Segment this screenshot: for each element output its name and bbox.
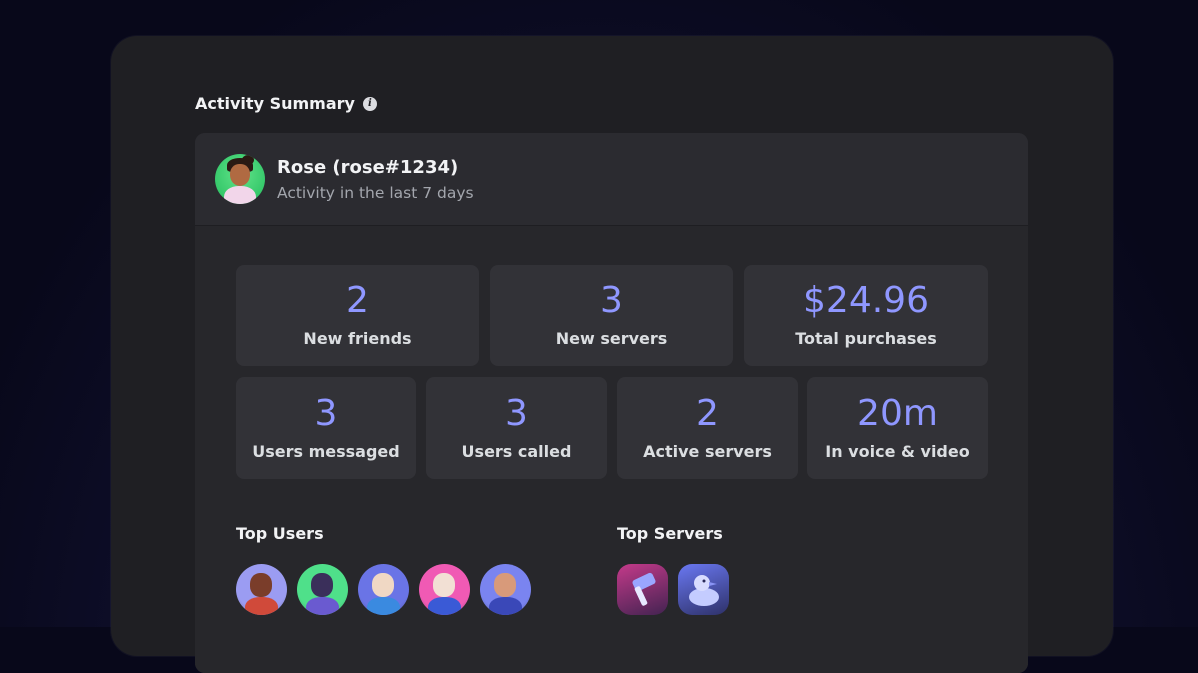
top-user-5-avatar[interactable]	[480, 564, 531, 615]
stat-total-purchases: $24.96 Total purchases	[744, 265, 988, 366]
stat-label: New friends	[303, 329, 412, 348]
stat-value: 2	[346, 280, 369, 321]
stat-label: Active servers	[643, 441, 772, 461]
info-icon[interactable]: i	[362, 96, 377, 111]
user-info: Rose (rose#1234) Activity in the last 7 …	[277, 157, 474, 202]
stat-new-servers: 3 New servers	[490, 265, 733, 366]
top-server-hammer-icon[interactable]	[617, 564, 668, 615]
stat-users-messaged: 3 Users messaged	[236, 377, 416, 479]
stat-value: 2	[696, 392, 719, 434]
top-users-list	[236, 564, 531, 615]
stat-value: 3	[505, 392, 528, 434]
stat-voice-video: 20m In voice & video	[807, 377, 988, 479]
top-server-duck-icon[interactable]	[678, 564, 729, 615]
user-header: Rose (rose#1234) Activity in the last 7 …	[195, 133, 1028, 226]
top-users-title: Top Users	[236, 524, 324, 543]
stat-users-called: 3 Users called	[426, 377, 607, 479]
stat-label: Users called	[461, 441, 572, 461]
top-servers-list	[617, 564, 729, 615]
stat-active-servers: 2 Active servers	[617, 377, 798, 479]
user-name: Rose (rose#1234)	[277, 156, 459, 178]
stat-value: $24.96	[803, 280, 929, 321]
stat-value: 3	[314, 392, 338, 434]
stat-label: In voice & video	[825, 441, 970, 461]
top-user-3-avatar[interactable]	[358, 564, 409, 615]
stat-value: 20m	[857, 392, 938, 434]
user-avatar[interactable]	[215, 154, 265, 204]
stat-value: 3	[600, 280, 623, 321]
section-title-text: Activity Summary	[195, 94, 355, 113]
stat-new-friends: 2 New friends	[236, 265, 479, 366]
stat-label: Total purchases	[795, 329, 937, 348]
section-title: Activity Summary i	[195, 94, 377, 113]
user-subtitle: Activity in the last 7 days	[277, 183, 474, 202]
activity-card: Rose (rose#1234) Activity in the last 7 …	[195, 133, 1028, 673]
stats-body: 2 New friends 3 New servers $24.96 Total…	[195, 226, 1028, 673]
activity-panel: Activity Summary i Rose (rose#1234) Acti…	[111, 36, 1113, 673]
top-user-2-avatar[interactable]	[297, 564, 348, 615]
stat-label: Users messaged	[252, 441, 400, 461]
top-user-1-avatar[interactable]	[236, 564, 287, 615]
top-user-4-avatar[interactable]	[419, 564, 470, 615]
stat-label: New servers	[555, 329, 668, 348]
top-servers-title: Top Servers	[617, 524, 723, 543]
